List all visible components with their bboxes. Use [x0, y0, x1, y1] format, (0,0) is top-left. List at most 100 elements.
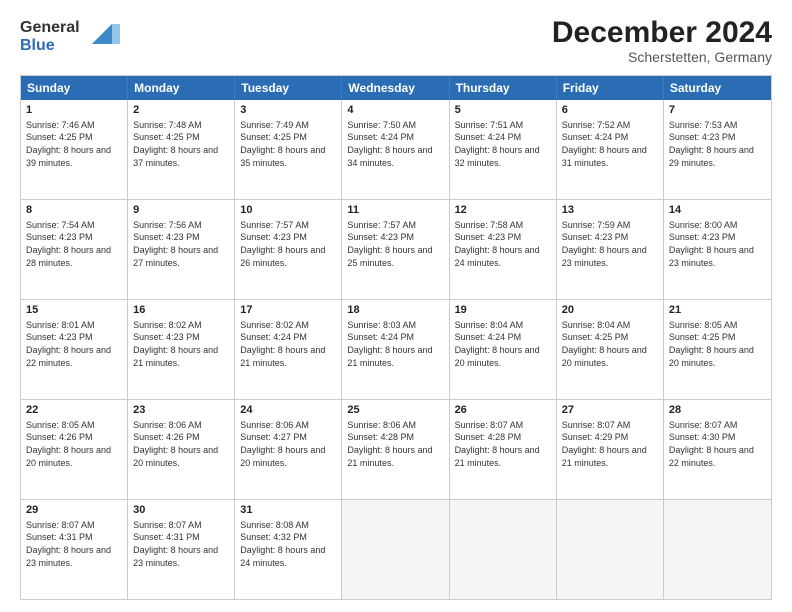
daylight-label: Daylight: 8 hours and 32 minutes.	[455, 145, 540, 168]
sunset-label: Sunset: 4:27 PM	[240, 432, 307, 442]
weekday-header: Monday	[128, 76, 235, 100]
day-info: Sunrise: 7:57 AM Sunset: 4:23 PM Daylight:…	[240, 219, 336, 269]
day-number: 26	[455, 403, 551, 418]
sunrise-label: Sunrise: 7:54 AM	[26, 220, 95, 230]
calendar-cell: 26Sunrise: 8:07 AMSunset: 4:28 PMDayligh…	[450, 400, 557, 499]
day-number: 16	[133, 303, 229, 318]
calendar-body: 1Sunrise: 7:46 AMSunset: 4:25 PMDaylight…	[21, 100, 771, 599]
calendar-cell: 29Sunrise: 8:07 AMSunset: 4:31 PMDayligh…	[21, 500, 128, 599]
sunrise-label: Sunrise: 8:05 AM	[669, 320, 738, 330]
calendar-cell: 12Sunrise: 7:58 AMSunset: 4:23 PMDayligh…	[450, 200, 557, 299]
calendar-week-row: 15Sunrise: 8:01 AMSunset: 4:23 PMDayligh…	[21, 299, 771, 399]
daylight-label: Daylight: 8 hours and 26 minutes.	[240, 245, 325, 268]
calendar-cell: 9Sunrise: 7:56 AMSunset: 4:23 PMDaylight…	[128, 200, 235, 299]
sunrise-label: Sunrise: 7:51 AM	[455, 120, 524, 130]
calendar-cell: 7Sunrise: 7:53 AMSunset: 4:23 PMDaylight…	[664, 100, 771, 199]
daylight-label: Daylight: 8 hours and 21 minutes.	[562, 445, 647, 468]
daylight-label: Daylight: 8 hours and 22 minutes.	[26, 345, 111, 368]
calendar-cell: 18Sunrise: 8:03 AMSunset: 4:24 PMDayligh…	[342, 300, 449, 399]
sunrise-label: Sunrise: 8:00 AM	[669, 220, 738, 230]
day-info: Sunrise: 7:53 AMSunset: 4:23 PMDaylight:…	[669, 119, 766, 169]
calendar-cell: 14Sunrise: 8:00 AMSunset: 4:23 PMDayligh…	[664, 200, 771, 299]
month-year: December 2024	[552, 16, 772, 49]
daylight-label: Daylight: 8 hours and 39 minutes.	[26, 145, 111, 168]
day-number: 19	[455, 303, 551, 318]
sunset-label: Sunset: 4:25 PM	[133, 132, 200, 142]
daylight-label: Daylight: 8 hours and 23 minutes.	[26, 545, 111, 568]
sunset-label: Sunset: 4:23 PM	[669, 132, 736, 142]
sunset-label: Sunset: 4:23 PM	[669, 232, 736, 242]
sunset-label: Sunset: 4:23 PM	[562, 232, 629, 242]
calendar-cell-empty	[664, 500, 771, 599]
day-info: Sunrise: 8:03 AMSunset: 4:24 PMDaylight:…	[347, 319, 443, 369]
day-info: Sunrise: 8:04 AMSunset: 4:24 PMDaylight:…	[455, 319, 551, 369]
daylight-label: Daylight: 8 hours and 24 minutes.	[455, 245, 540, 268]
day-info: Sunrise: 8:06 AMSunset: 4:28 PMDaylight:…	[347, 419, 443, 469]
sunrise-label: Sunrise: 7:57 AM	[240, 220, 309, 230]
sunrise-label: Sunrise: 8:03 AM	[347, 320, 416, 330]
day-info: Sunrise: 7:52 AMSunset: 4:24 PMDaylight:…	[562, 119, 658, 169]
calendar-week-row: 29Sunrise: 8:07 AMSunset: 4:31 PMDayligh…	[21, 499, 771, 599]
page: General Blue December 2024 Scherstetten,…	[0, 0, 792, 612]
day-number: 27	[562, 403, 658, 418]
day-info: Sunrise: 7:54 AMSunset: 4:23 PMDaylight:…	[26, 219, 122, 269]
day-number: 31	[240, 503, 336, 518]
calendar-week-row: 1Sunrise: 7:46 AMSunset: 4:25 PMDaylight…	[21, 100, 771, 199]
daylight-label: Daylight: 8 hours and 31 minutes.	[562, 145, 647, 168]
calendar-cell: 31Sunrise: 8:08 AMSunset: 4:32 PMDayligh…	[235, 500, 342, 599]
calendar-week-row: 8Sunrise: 7:54 AMSunset: 4:23 PMDaylight…	[21, 199, 771, 299]
daylight-label: Daylight: 8 hours and 20 minutes.	[133, 445, 218, 468]
sunrise-label: Sunrise: 7:53 AM	[669, 120, 738, 130]
sunrise-label: Sunrise: 7:58 AM	[455, 220, 524, 230]
sunset-label: Sunset: 4:32 PM	[240, 532, 307, 542]
sunrise-label: Sunrise: 8:07 AM	[562, 420, 631, 430]
sunrise-label: Sunrise: 8:04 AM	[562, 320, 631, 330]
sunset-label: Sunset: 4:23 PM	[26, 332, 93, 342]
daylight-label: Daylight: 8 hours and 28 minutes.	[26, 245, 111, 268]
day-number: 24	[240, 403, 336, 418]
sunset-label: Sunset: 4:26 PM	[133, 432, 200, 442]
day-number: 22	[26, 403, 122, 418]
sunrise-label: Sunrise: 7:59 AM	[562, 220, 631, 230]
sunset-label: Sunset: 4:24 PM	[455, 332, 522, 342]
sunrise-label: Sunrise: 7:46 AM	[26, 120, 95, 130]
sunrise-label: Sunrise: 8:06 AM	[240, 420, 309, 430]
calendar-cell: 20Sunrise: 8:04 AMSunset: 4:25 PMDayligh…	[557, 300, 664, 399]
sunset-label: Sunset: 4:31 PM	[26, 532, 93, 542]
sunrise-label: Sunrise: 8:02 AM	[133, 320, 202, 330]
sunrise-label: Sunrise: 8:07 AM	[455, 420, 524, 430]
sunset-label: Sunset: 4:23 PM	[347, 232, 414, 242]
calendar-cell: 22Sunrise: 8:05 AMSunset: 4:26 PMDayligh…	[21, 400, 128, 499]
sunset-label: Sunset: 4:25 PM	[669, 332, 736, 342]
sunrise-label: Sunrise: 8:04 AM	[455, 320, 524, 330]
day-number: 25	[347, 403, 443, 418]
day-info: Sunrise: 8:08 AMSunset: 4:32 PMDaylight:…	[240, 519, 336, 569]
sunset-label: Sunset: 4:30 PM	[669, 432, 736, 442]
sunset-label: Sunset: 4:23 PM	[133, 232, 200, 242]
sunrise-label: Sunrise: 8:07 AM	[26, 520, 95, 530]
calendar-cell: 16Sunrise: 8:02 AMSunset: 4:23 PMDayligh…	[128, 300, 235, 399]
day-number: 13	[562, 203, 658, 218]
day-number: 21	[669, 303, 766, 318]
location: Scherstetten, Germany	[552, 49, 772, 65]
daylight-label: Daylight: 8 hours and 25 minutes.	[347, 245, 432, 268]
day-info: Sunrise: 7:59 AM Sunset: 4:23 PM Daylight:…	[562, 219, 658, 269]
day-info: Sunrise: 8:06 AMSunset: 4:26 PMDaylight:…	[133, 419, 229, 469]
logo-icon	[84, 16, 120, 52]
calendar-cell: 11Sunrise: 7:57 AMSunset: 4:23 PMDayligh…	[342, 200, 449, 299]
daylight-label: Daylight: 8 hours and 22 minutes.	[669, 445, 754, 468]
day-info: Sunrise: 7:48 AMSunset: 4:25 PMDaylight:…	[133, 119, 229, 169]
day-number: 12	[455, 203, 551, 218]
day-info: Sunrise: 8:02 AMSunset: 4:24 PMDaylight:…	[240, 319, 336, 369]
daylight-label: Daylight: 8 hours and 23 minutes.	[562, 245, 647, 268]
sunrise-label: Sunrise: 7:49 AM	[240, 120, 309, 130]
calendar-cell: 21Sunrise: 8:05 AMSunset: 4:25 PMDayligh…	[664, 300, 771, 399]
calendar-cell: 23Sunrise: 8:06 AMSunset: 4:26 PMDayligh…	[128, 400, 235, 499]
calendar-cell: 19Sunrise: 8:04 AMSunset: 4:24 PMDayligh…	[450, 300, 557, 399]
calendar-cell: 30Sunrise: 8:07 AMSunset: 4:31 PMDayligh…	[128, 500, 235, 599]
sunset-label: Sunset: 4:23 PM	[240, 232, 307, 242]
daylight-label: Daylight: 8 hours and 35 minutes.	[240, 145, 325, 168]
calendar-cell: 28Sunrise: 8:07 AMSunset: 4:30 PMDayligh…	[664, 400, 771, 499]
sunrise-label: Sunrise: 8:02 AM	[240, 320, 309, 330]
sunset-label: Sunset: 4:24 PM	[562, 132, 629, 142]
